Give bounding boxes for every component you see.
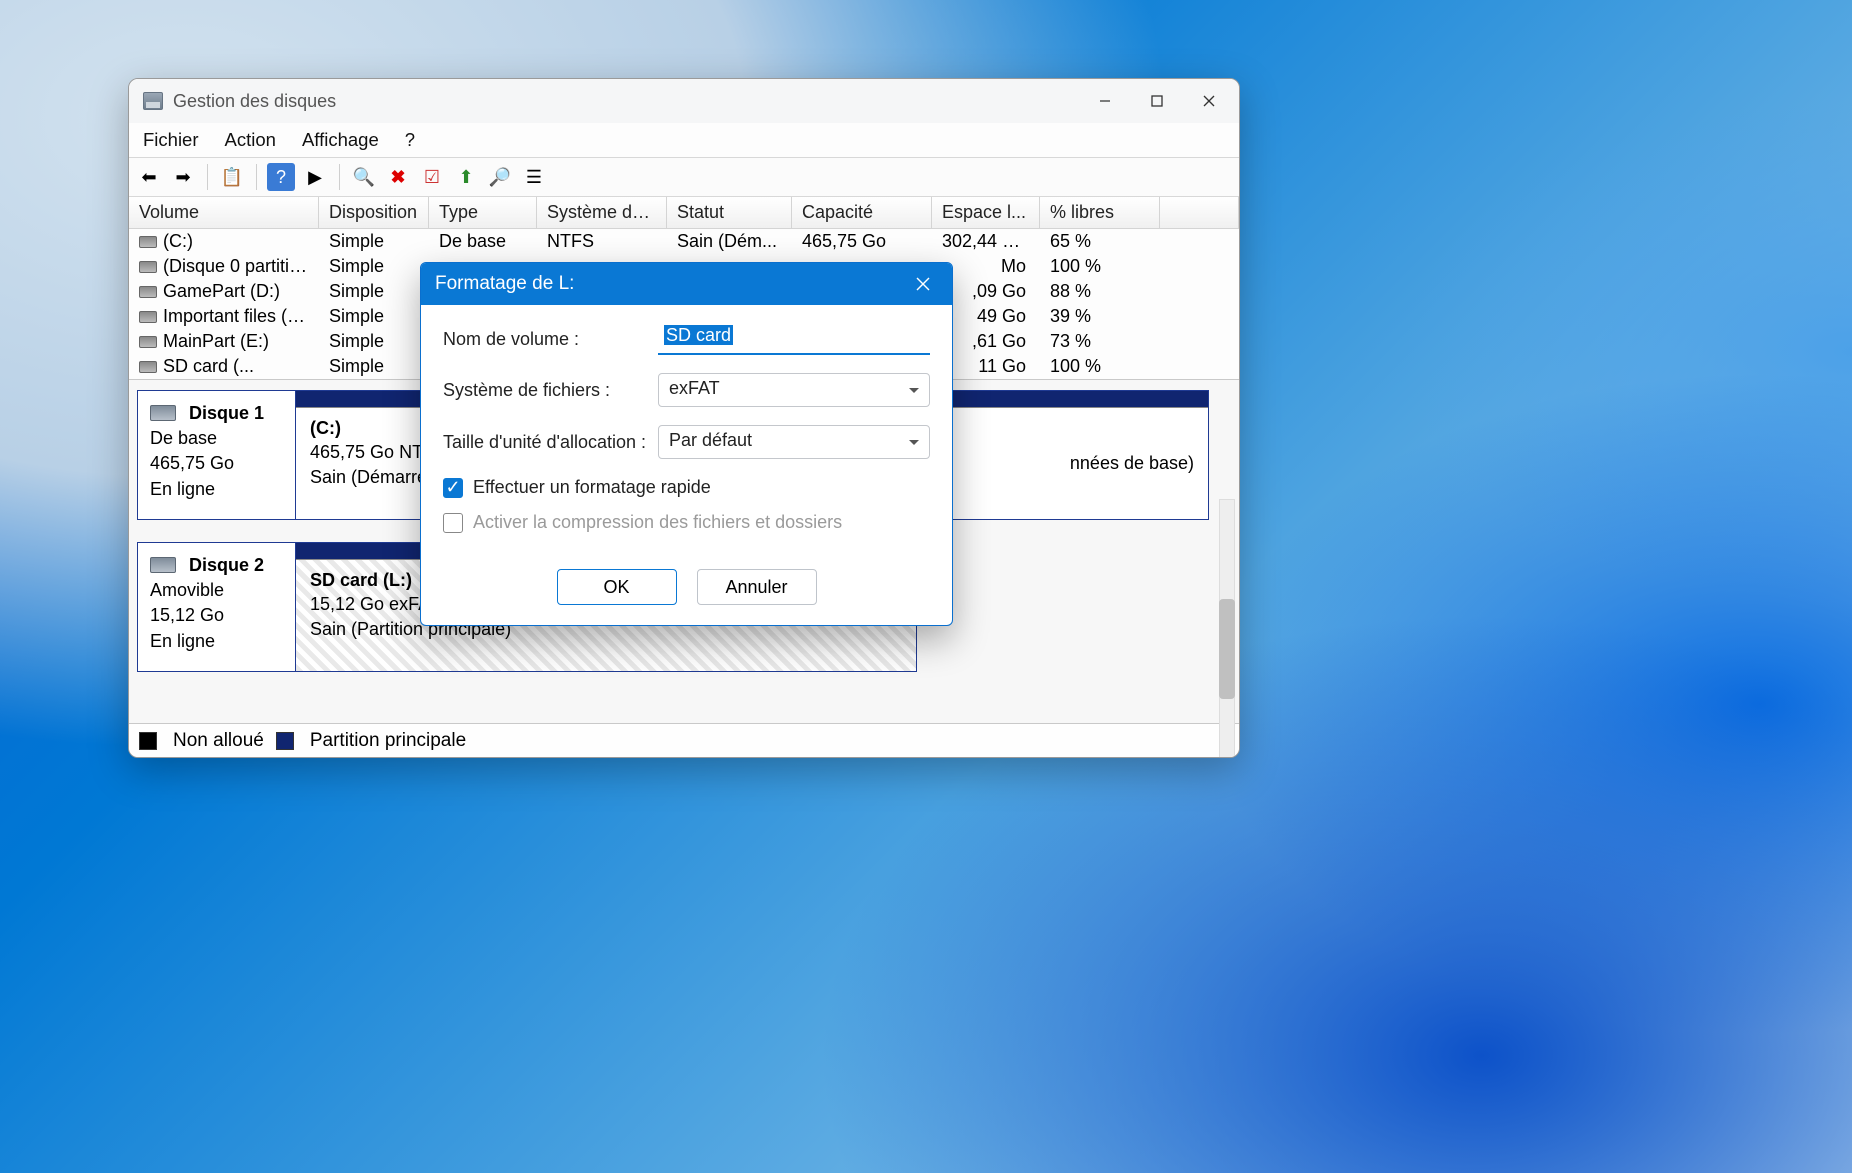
calendar-icon[interactable]: 📋 bbox=[218, 163, 246, 191]
disk-info: Disque 2 Amovible 15,12 Go En ligne bbox=[138, 543, 296, 671]
volume-icon bbox=[139, 311, 157, 323]
disk-size: 15,12 Go bbox=[150, 605, 224, 625]
quick-format-checkbox[interactable]: ✓ bbox=[443, 478, 463, 498]
volume-list-header: Volume Disposition Type Système de... St… bbox=[129, 197, 1239, 229]
col-capacity[interactable]: Capacité bbox=[792, 197, 932, 228]
col-status[interactable]: Statut bbox=[667, 197, 792, 228]
disk-name: Disque 1 bbox=[189, 403, 264, 423]
disk-icon bbox=[150, 405, 176, 421]
volume-icon bbox=[139, 336, 157, 348]
dialog-titlebar[interactable]: Formatage de L: bbox=[421, 263, 952, 305]
compression-label: Activer la compression des fichiers et d… bbox=[473, 512, 842, 533]
volume-name-input[interactable]: SD card bbox=[658, 323, 930, 355]
titlebar[interactable]: Gestion des disques bbox=[129, 79, 1239, 123]
legend: Non alloué Partition principale bbox=[129, 723, 1239, 757]
allocation-select[interactable]: Par défaut bbox=[658, 425, 930, 459]
app-icon bbox=[143, 92, 163, 110]
disk-name: Disque 2 bbox=[189, 555, 264, 575]
disk-base: De base bbox=[150, 428, 217, 448]
allocation-label: Taille d'unité d'allocation : bbox=[443, 432, 658, 453]
filesystem-label: Système de fichiers : bbox=[443, 380, 658, 401]
up-icon[interactable]: ⬆ bbox=[452, 163, 480, 191]
close-button[interactable] bbox=[1183, 79, 1235, 123]
menu-bar: Fichier Action Affichage ? bbox=[129, 123, 1239, 157]
back-icon[interactable]: ⬅ bbox=[135, 163, 163, 191]
ok-button[interactable]: OK bbox=[557, 569, 677, 605]
legend-primary: Partition principale bbox=[310, 730, 466, 752]
disk-base: Amovible bbox=[150, 580, 224, 600]
filesystem-select[interactable]: exFAT bbox=[658, 373, 930, 407]
volume-name-value: SD card bbox=[664, 325, 733, 345]
col-pct[interactable]: % libres bbox=[1040, 197, 1160, 228]
partition-title: SD card (L:) bbox=[310, 570, 412, 590]
volume-icon bbox=[139, 361, 157, 373]
legend-unallocated: Non alloué bbox=[173, 730, 264, 752]
menu-fichier[interactable]: Fichier bbox=[143, 129, 199, 151]
dialog-close-icon[interactable] bbox=[908, 269, 938, 299]
col-disposition[interactable]: Disposition bbox=[319, 197, 429, 228]
disk-state: En ligne bbox=[150, 479, 215, 499]
disk-size: 465,75 Go bbox=[150, 453, 234, 473]
partition-line3: Sain (Démarrer bbox=[310, 467, 433, 487]
search-icon[interactable]: 🔎 bbox=[486, 163, 514, 191]
volume-icon bbox=[139, 286, 157, 298]
menu-affichage[interactable]: Affichage bbox=[302, 129, 379, 151]
quick-format-label: Effectuer un formatage rapide bbox=[473, 477, 711, 498]
menu-help[interactable]: ? bbox=[405, 129, 415, 151]
volume-name-label: Nom de volume : bbox=[443, 329, 658, 350]
play-icon[interactable]: ▶ bbox=[301, 163, 329, 191]
disk-state: En ligne bbox=[150, 631, 215, 651]
filesystem-value: exFAT bbox=[669, 378, 720, 398]
toolbar: ⬅ ➡ 📋 ? ▶ 🔍 ✖ ☑ ⬆ 🔎 ☰ bbox=[129, 157, 1239, 197]
compression-checkbox[interactable] bbox=[443, 513, 463, 533]
disk-icon bbox=[150, 557, 176, 573]
col-type[interactable]: Type bbox=[429, 197, 537, 228]
col-volume[interactable]: Volume bbox=[129, 197, 319, 228]
scrollbar-thumb[interactable] bbox=[1219, 599, 1235, 699]
volume-icon bbox=[139, 236, 157, 248]
allocation-value: Par défaut bbox=[669, 430, 752, 450]
partition-title: (C:) bbox=[310, 418, 341, 438]
format-dialog: Formatage de L: Nom de volume : SD card … bbox=[420, 262, 953, 626]
list-icon[interactable]: ☰ bbox=[520, 163, 548, 191]
minimize-button[interactable] bbox=[1079, 79, 1131, 123]
swatch-primary bbox=[276, 732, 294, 750]
col-free[interactable]: Espace l... bbox=[932, 197, 1040, 228]
refresh-icon[interactable]: 🔍 bbox=[350, 163, 378, 191]
check-icon[interactable]: ☑ bbox=[418, 163, 446, 191]
swatch-unallocated bbox=[139, 732, 157, 750]
help-icon[interactable]: ? bbox=[267, 163, 295, 191]
disk-info: Disque 1 De base 465,75 Go En ligne bbox=[138, 391, 296, 519]
forward-icon[interactable]: ➡ bbox=[169, 163, 197, 191]
window-title: Gestion des disques bbox=[173, 91, 336, 112]
table-row[interactable]: (C:)SimpleDe baseNTFSSain (Dém...465,75 … bbox=[129, 229, 1239, 254]
cancel-button[interactable]: Annuler bbox=[697, 569, 817, 605]
col-fs[interactable]: Système de... bbox=[537, 197, 667, 228]
volume-icon bbox=[139, 261, 157, 273]
delete-icon[interactable]: ✖ bbox=[384, 163, 412, 191]
dialog-title: Formatage de L: bbox=[435, 273, 574, 295]
partition-right: nnées de base) bbox=[1070, 453, 1194, 473]
maximize-button[interactable] bbox=[1131, 79, 1183, 123]
menu-action[interactable]: Action bbox=[225, 129, 276, 151]
